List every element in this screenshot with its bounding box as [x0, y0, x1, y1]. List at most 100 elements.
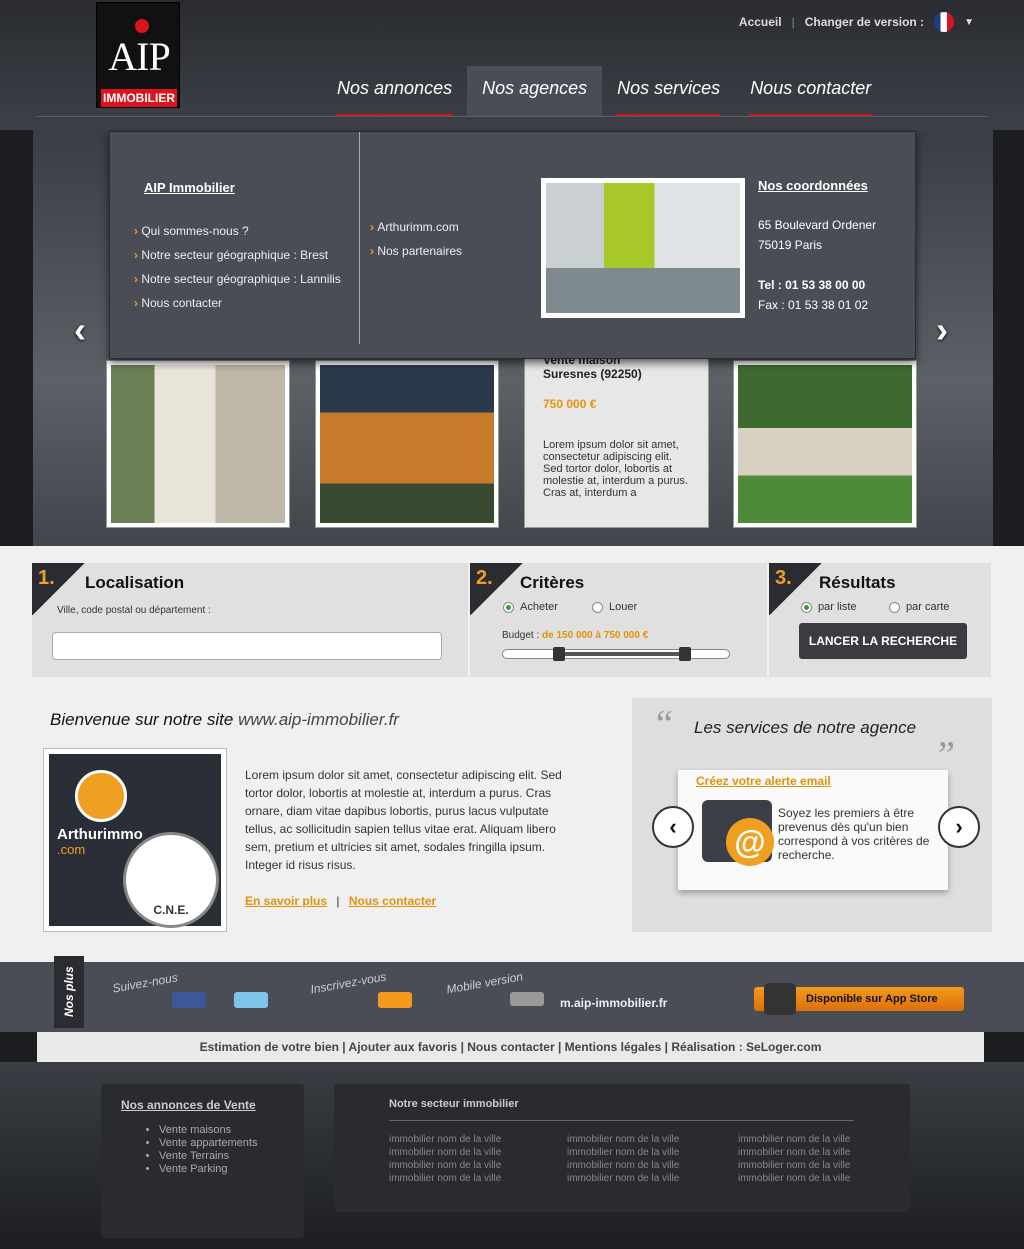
map-option[interactable]: par carte [889, 601, 949, 613]
budget-label: Budget : de 150 000 à 750 000 € [502, 630, 649, 641]
property-thumbnail[interactable] [733, 360, 917, 528]
top-links: Accueil | Changer de version : ▼ [739, 12, 974, 32]
sales-item[interactable]: Vente maisons [159, 1124, 284, 1137]
slider-next-arrow-icon[interactable]: › [924, 312, 960, 348]
step-number: 1. [38, 567, 55, 589]
main-nav: Nos annonces Nos agences Nos services No… [322, 66, 886, 116]
dropdown-item[interactable]: Nos partenaires [370, 244, 462, 268]
sector-link[interactable]: immobilier nom de la ville [567, 1159, 738, 1172]
step-number: 2. [476, 567, 493, 589]
sector-link[interactable]: immobilier nom de la ville [567, 1133, 738, 1146]
property-photo [111, 365, 285, 523]
separator: | [336, 894, 340, 908]
search-step-criteres: 2. Critères Acheter Louer Budget : de 15… [470, 563, 767, 677]
twitter-icon[interactable] [234, 992, 268, 1008]
dropdown-item[interactable]: Notre secteur géographique : Brest [134, 248, 341, 272]
dropdown-item[interactable]: Arthurimm.com [370, 220, 462, 244]
nav-services[interactable]: Nos services [602, 66, 735, 116]
sector-link[interactable]: immobilier nom de la ville [389, 1172, 567, 1185]
email-alert-link[interactable]: Créez votre alerte email [696, 774, 831, 788]
sector-link[interactable]: immobilier nom de la ville [389, 1159, 567, 1172]
property-thumbnail[interactable] [106, 360, 290, 528]
step-title: Résultats [819, 573, 896, 592]
sector-link[interactable]: immobilier nom de la ville [738, 1133, 878, 1146]
agency-coordinates: Nos coordonnées 65 Boulevard Ordener 750… [758, 178, 876, 315]
app-store-button[interactable]: Disponible sur App Store [754, 983, 964, 1015]
slider-prev-arrow-icon[interactable]: ‹ [62, 312, 98, 348]
slider-handle-max[interactable] [679, 647, 691, 661]
sector-link[interactable]: immobilier nom de la ville [567, 1172, 738, 1185]
search-step-localisation: 1. Localisation Ville, code postal ou dé… [32, 563, 468, 677]
welcome-title: Bienvenue sur notre site www.aip-immobil… [50, 710, 399, 729]
rent-option[interactable]: Louer [592, 601, 637, 613]
nav-annonces[interactable]: Nos annonces [322, 66, 467, 116]
chevron-down-icon[interactable]: ▼ [964, 17, 974, 28]
sector-link[interactable]: immobilier nom de la ville [738, 1159, 878, 1172]
welcome-links: En savoir plus | Nous contacter [245, 894, 436, 908]
property-description: Lorem ipsum dolor sit amet, consectetur … [543, 439, 688, 499]
search-button[interactable]: LANCER LA RECHERCHE [799, 623, 967, 659]
sector-link[interactable]: immobilier nom de la ville [389, 1133, 567, 1146]
property-location: Suresnes (92250) [543, 367, 642, 381]
nav-contacter[interactable]: Nous contacter [735, 66, 886, 116]
follow-label: Suivez-nous [111, 970, 179, 996]
close-quote-icon: „ [938, 713, 955, 755]
phone: Tel : 01 53 38 00 00 [758, 278, 866, 292]
logo-dot [135, 19, 149, 33]
sector-link[interactable]: immobilier nom de la ville [738, 1146, 878, 1159]
property-thumbnail[interactable] [315, 360, 499, 528]
arthurimmo-name: Arthurimmo [57, 826, 143, 843]
email-alert-icon: @ [702, 800, 774, 866]
dropdown-item[interactable]: Nous contacter [134, 296, 341, 320]
step-number: 3. [775, 567, 792, 589]
french-flag-icon[interactable] [934, 12, 955, 32]
dropdown-title[interactable]: AIP Immobilier [144, 180, 235, 195]
nav-agences[interactable]: Nos agences [467, 66, 603, 116]
nos-plus-tab: Nos plus [54, 956, 84, 1028]
logo[interactable]: AIP IMMOBILIER [96, 2, 180, 108]
welcome-text: Lorem ipsum dolor sit amet, consectetur … [245, 768, 562, 872]
agences-dropdown: AIP Immobilier Qui sommes-nous ? Notre s… [109, 131, 916, 359]
dropdown-list: Arthurimm.com Nos partenaires [370, 220, 462, 268]
footer-links[interactable]: Estimation de votre bien | Ajouter aux f… [37, 1032, 984, 1062]
home-link[interactable]: Accueil [739, 15, 782, 29]
step-title: Localisation [85, 573, 185, 592]
sales-item[interactable]: Vente appartements [159, 1137, 284, 1150]
open-quote-icon: “ [656, 703, 673, 745]
services-prev-arrow-icon[interactable]: ‹ [652, 806, 694, 848]
cne-badge: C.N.E. [123, 832, 219, 928]
services-next-arrow-icon[interactable]: › [938, 806, 980, 848]
coordinates-title[interactable]: Nos coordonnées [758, 178, 876, 193]
property-card[interactable]: Vente maison Suresnes (92250) 750 000 € … [524, 340, 709, 528]
address-line: 75019 Paris [758, 238, 823, 252]
slider-handle-min[interactable] [553, 647, 565, 661]
sector-link[interactable]: immobilier nom de la ville [738, 1172, 878, 1185]
learn-more-link[interactable]: En savoir plus [245, 894, 327, 908]
contact-link[interactable]: Nous contacter [349, 894, 436, 908]
nav-divider [37, 116, 987, 117]
sales-listings-box: Nos annonces de Vente Vente maisons Vent… [101, 1084, 304, 1238]
dropdown-item[interactable]: Qui sommes-nous ? [134, 224, 341, 248]
mobile-phone-icon [510, 992, 544, 1006]
sales-item[interactable]: Vente Parking [159, 1163, 284, 1176]
service-description: Soyez les premiers à être prevenus dès q… [778, 806, 930, 862]
sales-title[interactable]: Nos annonces de Vente [121, 1098, 284, 1112]
buy-option[interactable]: Acheter [503, 601, 558, 613]
mobile-url[interactable]: m.aip-immobilier.fr [560, 996, 667, 1010]
subscribe-label: Inscrivez-vous [309, 969, 388, 997]
dropdown-item[interactable]: Notre secteur géographique : Lannilis [134, 272, 340, 296]
list-option[interactable]: par liste [801, 601, 857, 613]
sector-title: Notre secteur immobilier [389, 1098, 854, 1121]
sector-link[interactable]: immobilier nom de la ville [389, 1146, 567, 1159]
property-photo [738, 365, 912, 523]
sales-item[interactable]: Vente Terrains [159, 1150, 284, 1163]
budget-slider[interactable] [502, 647, 730, 661]
location-input[interactable] [52, 632, 442, 660]
version-label: Changer de version : [804, 15, 925, 29]
dropdown-list: Qui sommes-nous ? Notre secteur géograph… [134, 224, 341, 320]
rss-icon[interactable] [378, 992, 412, 1008]
facebook-icon[interactable] [172, 992, 206, 1008]
social-bar: Nos plus Suivez-nous Inscrivez-vous Mobi… [0, 956, 1024, 1032]
sector-link[interactable]: immobilier nom de la ville [567, 1146, 738, 1159]
fax: Fax : 01 53 38 01 02 [758, 298, 869, 312]
